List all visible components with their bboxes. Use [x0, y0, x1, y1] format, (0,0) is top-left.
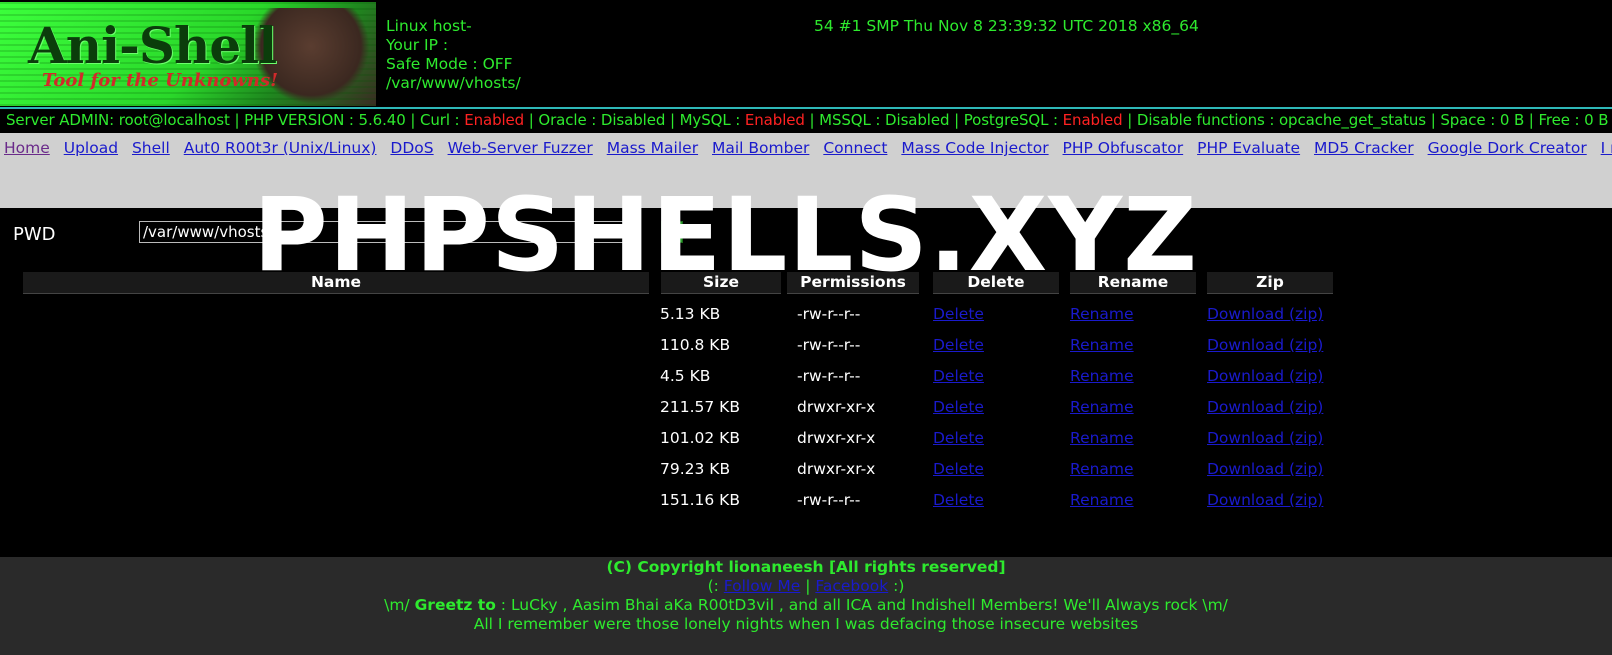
file-permissions: -rw-r--r-- — [797, 336, 861, 354]
postgres-label: PostgreSQL : — [963, 111, 1058, 129]
file-size: 5.13 KB — [660, 305, 721, 323]
col-name: Name — [23, 272, 649, 294]
kernel-info: 54 #1 SMP Thu Nov 8 23:39:32 UTC 2018 x8… — [814, 17, 1199, 35]
nav-logout[interactable]: I m Out! — [1601, 139, 1612, 157]
your-ip: Your IP : — [386, 36, 449, 54]
nav-php-evaluate[interactable]: PHP Evaluate — [1197, 139, 1300, 157]
nav-home[interactable]: Home — [4, 139, 50, 157]
file-size: 79.23 KB — [660, 460, 731, 478]
nav-connect[interactable]: Connect — [823, 139, 887, 157]
header: Ani-Shell Tool for the Unknowns! Linux h… — [0, 0, 1612, 108]
rename-link[interactable]: Rename — [1070, 460, 1134, 478]
nav-md5-cracker[interactable]: MD5 Cracker — [1314, 139, 1414, 157]
oracle-status: Oracle : Disabled — [538, 111, 666, 129]
tagline: All I remember were those lonely nights … — [473, 615, 1139, 633]
delete-link[interactable]: Delete — [933, 367, 984, 385]
nav-web-server-fuzzer[interactable]: Web-Server Fuzzer — [448, 139, 593, 157]
file-size: 4.5 KB — [660, 367, 711, 385]
rename-link[interactable]: Rename — [1070, 429, 1134, 447]
pwd-label: PWD — [13, 224, 56, 245]
rename-link[interactable]: Rename — [1070, 336, 1134, 354]
file-permissions: drwxr-xr-x — [797, 398, 876, 416]
header-divider — [0, 107, 1612, 109]
nav-mass-code-injector[interactable]: Mass Code Injector — [901, 139, 1048, 157]
delete-link[interactable]: Delete — [933, 305, 984, 323]
file-permissions: -rw-r--r-- — [797, 491, 861, 509]
file-size: 151.16 KB — [660, 491, 740, 509]
file-size: 211.57 KB — [660, 398, 740, 416]
download-zip-link[interactable]: Download (zip) — [1207, 429, 1323, 447]
rename-link[interactable]: Rename — [1070, 367, 1134, 385]
mssql-status: MSSQL : Disabled — [819, 111, 950, 129]
system-info: Linux host- Your IP : Safe Mode : OFF /v… — [386, 17, 521, 93]
nav-php-obfuscator[interactable]: PHP Obfuscator — [1063, 139, 1184, 157]
rename-link[interactable]: Rename — [1070, 398, 1134, 416]
ani-shell-logo: Ani-Shell Tool for the Unknowns! — [0, 2, 376, 106]
main-nav: Home Upload Shell Aut0 R00t3r (Unix/Linu… — [0, 133, 1612, 208]
delete-link[interactable]: Delete — [933, 429, 984, 447]
file-size: 101.02 KB — [660, 429, 740, 447]
delete-link[interactable]: Delete — [933, 460, 984, 478]
greetz-line: \m/ Greetz to : LuCky , Aasim Bhai aKa R… — [384, 596, 1228, 614]
delete-link[interactable]: Delete — [933, 336, 984, 354]
server-admin: Server ADMIN: root@localhost — [6, 111, 230, 129]
mysql-status: Enabled — [744, 111, 805, 129]
php-version: PHP VERSION : 5.6.40 — [244, 111, 406, 129]
download-zip-link[interactable]: Download (zip) — [1207, 460, 1323, 478]
go-button[interactable] — [661, 221, 683, 243]
logo-subtitle: Tool for the Unknowns! — [42, 70, 279, 91]
col-zip: Zip — [1207, 272, 1333, 294]
nav-mail-bomber[interactable]: Mail Bomber — [712, 139, 809, 157]
postgres-status: Enabled — [1062, 111, 1123, 129]
col-permissions: Permissions — [787, 272, 919, 294]
logo-title: Ani-Shell — [28, 16, 277, 75]
download-zip-link[interactable]: Download (zip) — [1207, 305, 1323, 323]
rename-link[interactable]: Rename — [1070, 491, 1134, 509]
file-permissions: drwxr-xr-x — [797, 429, 876, 447]
nav-auto-rooter[interactable]: Aut0 R00t3r (Unix/Linux) — [184, 139, 377, 157]
download-zip-link[interactable]: Download (zip) — [1207, 491, 1323, 509]
col-delete: Delete — [933, 272, 1059, 294]
safe-mode: Safe Mode : OFF — [386, 55, 513, 73]
nav-ddos[interactable]: DDoS — [390, 139, 433, 157]
curl-label: Curl : — [419, 111, 460, 129]
uname-prefix: Linux host- — [386, 17, 472, 35]
mysql-label: MySQL : — [679, 111, 741, 129]
disk-space: Space : 0 B — [1440, 111, 1525, 129]
current-directory: /var/www/vhosts/ — [386, 74, 521, 92]
server-status-line: Server ADMIN: root@localhost | PHP VERSI… — [6, 111, 1609, 129]
delete-link[interactable]: Delete — [933, 491, 984, 509]
file-permissions: drwxr-xr-x — [797, 460, 876, 478]
facebook-link[interactable]: Facebook — [815, 577, 888, 595]
file-permissions: -rw-r--r-- — [797, 305, 861, 323]
footer: (C) Copyright lionaneesh [All rights res… — [0, 557, 1612, 655]
col-size: Size — [661, 272, 781, 294]
nav-shell[interactable]: Shell — [132, 139, 170, 157]
delete-link[interactable]: Delete — [933, 398, 984, 416]
nav-google-dork-creator[interactable]: Google Dork Creator — [1428, 139, 1587, 157]
pwd-input[interactable] — [139, 221, 639, 243]
copyright: (C) Copyright lionaneesh [All rights res… — [606, 558, 1006, 576]
curl-status: Enabled — [464, 111, 525, 129]
disk-free: Free : 0 B — [1538, 111, 1609, 129]
social-links: (: Follow Me | Facebook :) — [707, 577, 905, 595]
rename-link[interactable]: Rename — [1070, 305, 1134, 323]
col-rename: Rename — [1070, 272, 1196, 294]
disabled-functions: Disable functions : opcache_get_status — [1136, 111, 1427, 129]
follow-me-link[interactable]: Follow Me — [724, 577, 800, 595]
nav-upload[interactable]: Upload — [64, 139, 118, 157]
download-zip-link[interactable]: Download (zip) — [1207, 336, 1323, 354]
file-size: 110.8 KB — [660, 336, 731, 354]
file-permissions: -rw-r--r-- — [797, 367, 861, 385]
download-zip-link[interactable]: Download (zip) — [1207, 367, 1323, 385]
nav-mass-mailer[interactable]: Mass Mailer — [607, 139, 698, 157]
download-zip-link[interactable]: Download (zip) — [1207, 398, 1323, 416]
